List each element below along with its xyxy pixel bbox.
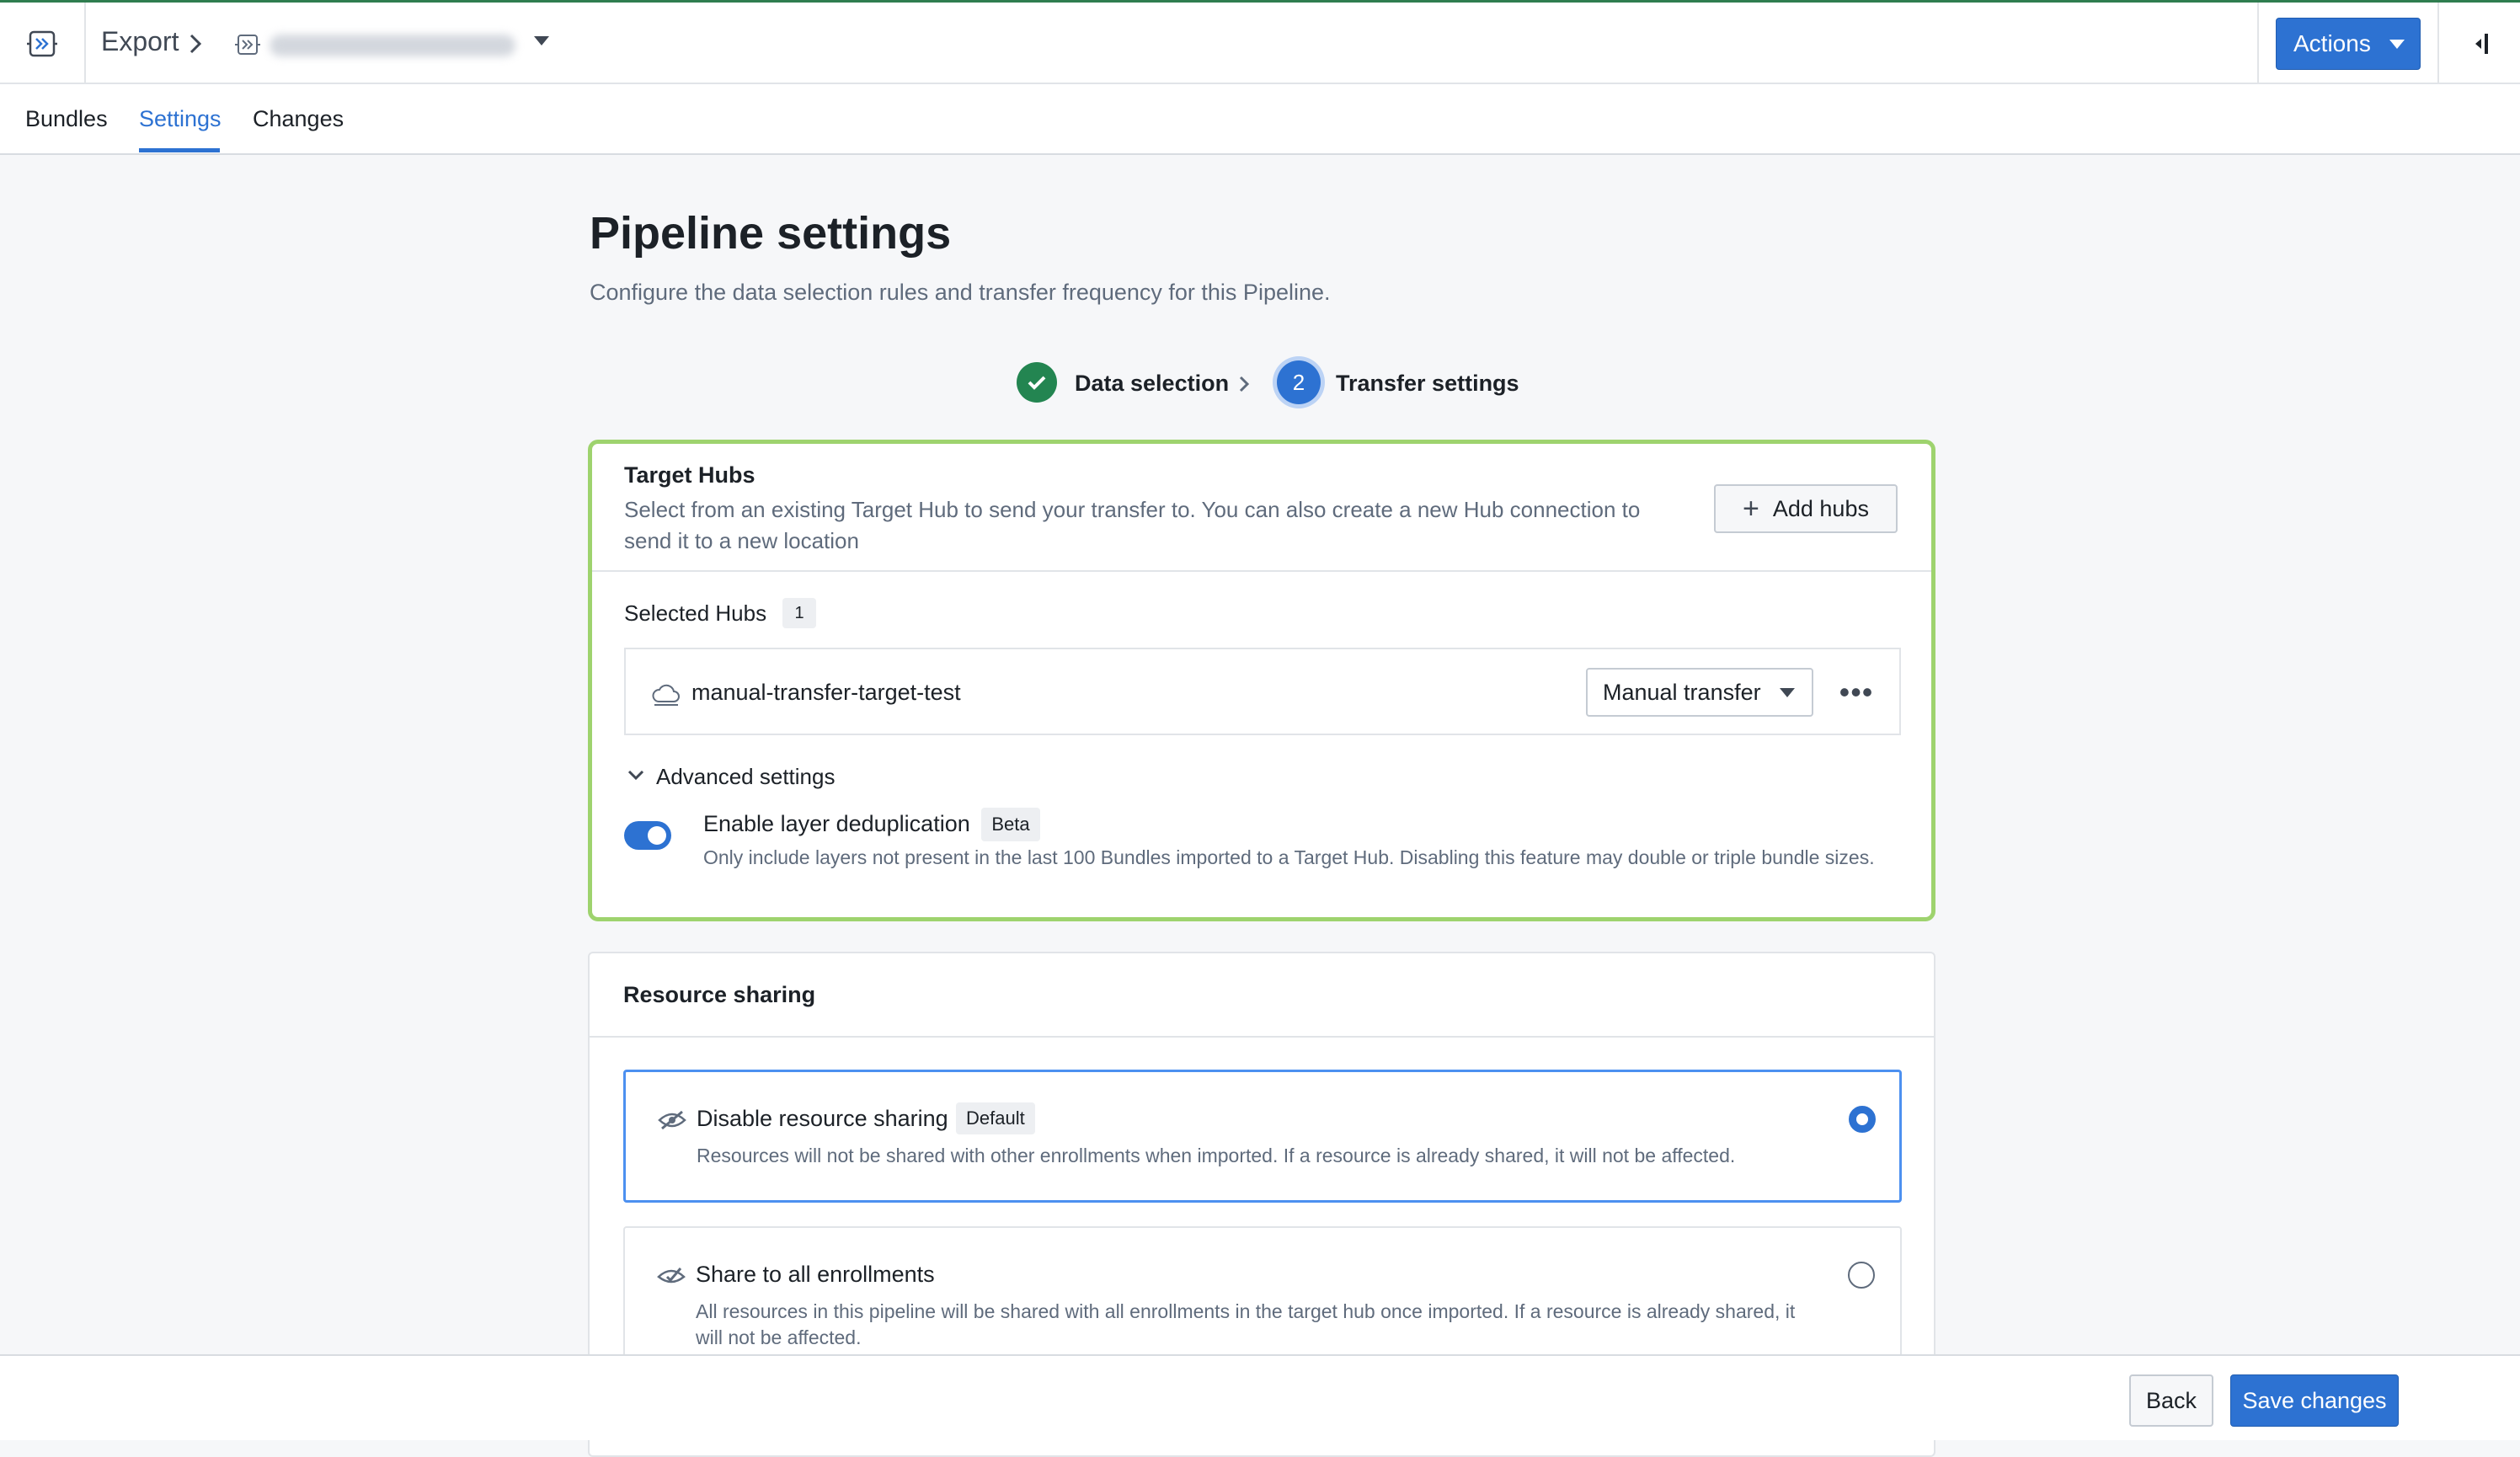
chevron-right-icon (1239, 376, 1250, 392)
selected-hubs-count: 1 (782, 598, 816, 628)
tab-bar: Bundles Settings Changes (0, 84, 2520, 155)
dedup-label: Enable layer deduplication (703, 811, 970, 836)
target-hubs-card: Target Hubs Select from an existing Targ… (588, 440, 1935, 921)
footer-bar: Back Save changes (0, 1354, 2520, 1440)
step-transfer-settings[interactable]: Transfer settings (1336, 371, 1519, 397)
option-title: Share to all enrollments (696, 1262, 935, 1287)
page-title: Pipeline settings (590, 208, 952, 259)
tab-changes[interactable]: Changes (253, 106, 344, 132)
switch-knob (648, 826, 666, 845)
caret-down-icon (1779, 687, 1795, 697)
option-disable-sharing[interactable]: Disable resource sharing Default Resourc… (623, 1070, 1902, 1203)
top-bar: Export Actions (0, 0, 2520, 84)
divider (592, 570, 1931, 572)
hub-row: manual-transfer-target-test Manual trans… (624, 648, 1901, 735)
beta-badge: Beta (981, 808, 1040, 841)
resource-sharing-title: Resource sharing (623, 982, 816, 1007)
panel-toggle-icon[interactable] (2469, 31, 2495, 56)
add-hubs-label: Add hubs (1772, 495, 1869, 521)
plus-icon: + (1743, 493, 1759, 525)
chevron-down-icon[interactable] (534, 36, 549, 45)
transfer-mode-value: Manual transfer (1603, 679, 1761, 705)
add-hubs-button[interactable]: + Add hubs (1714, 484, 1898, 533)
actions-label: Actions (2293, 30, 2371, 56)
dedup-description: Only include layers not present in the l… (703, 846, 1875, 868)
eye-off-icon (658, 1110, 686, 1130)
cloud-hub-icon (652, 684, 680, 706)
page-subtitle: Configure the data selection rules and t… (590, 280, 1331, 305)
actions-button[interactable]: Actions (2276, 18, 2421, 70)
tab-bundles[interactable]: Bundles (25, 106, 108, 132)
app-home-button[interactable] (0, 3, 86, 84)
step-complete-icon[interactable] (1017, 362, 1057, 403)
checkmark-icon (1028, 376, 1046, 390)
redacted-resource-name[interactable] (270, 35, 515, 56)
option-title: Disable resource sharing (697, 1106, 948, 1131)
option-description: All resources in this pipeline will be s… (696, 1300, 1796, 1348)
divider (2437, 3, 2439, 84)
chevron-down-icon[interactable] (626, 767, 646, 784)
advanced-settings-toggle[interactable]: Advanced settings (656, 764, 835, 790)
tab-settings[interactable]: Settings (139, 106, 222, 132)
divider (2257, 3, 2259, 84)
caret-down-icon (2389, 39, 2405, 49)
hub-name: manual-transfer-target-test (691, 680, 961, 705)
selected-hubs-label: Selected Hubs (624, 600, 767, 626)
target-hubs-description: Select from an existing Target Hub to se… (624, 497, 1641, 553)
eye-check-icon (657, 1268, 686, 1284)
target-hubs-title: Target Hubs (624, 462, 755, 488)
breadcrumb-export[interactable]: Export (101, 26, 179, 57)
transfer-mode-select[interactable]: Manual transfer (1586, 668, 1813, 717)
radio-selected[interactable] (1849, 1106, 1876, 1133)
radio-unselected[interactable] (1848, 1262, 1875, 1289)
more-options-icon[interactable]: ••• (1835, 671, 1877, 713)
pipeline-icon (235, 35, 260, 55)
step-data-selection[interactable]: Data selection (1075, 371, 1229, 397)
default-badge: Default (956, 1102, 1035, 1134)
chevron-right-icon (190, 34, 202, 54)
export-app-icon (27, 30, 57, 56)
step-number[interactable]: 2 (1277, 360, 1321, 404)
option-description: Resources will not be shared with other … (697, 1145, 1736, 1166)
save-changes-button[interactable]: Save changes (2230, 1374, 2399, 1427)
dedup-switch[interactable] (624, 821, 671, 850)
active-tab-indicator (139, 148, 220, 152)
back-button[interactable]: Back (2129, 1374, 2213, 1427)
divider (590, 1036, 1934, 1038)
